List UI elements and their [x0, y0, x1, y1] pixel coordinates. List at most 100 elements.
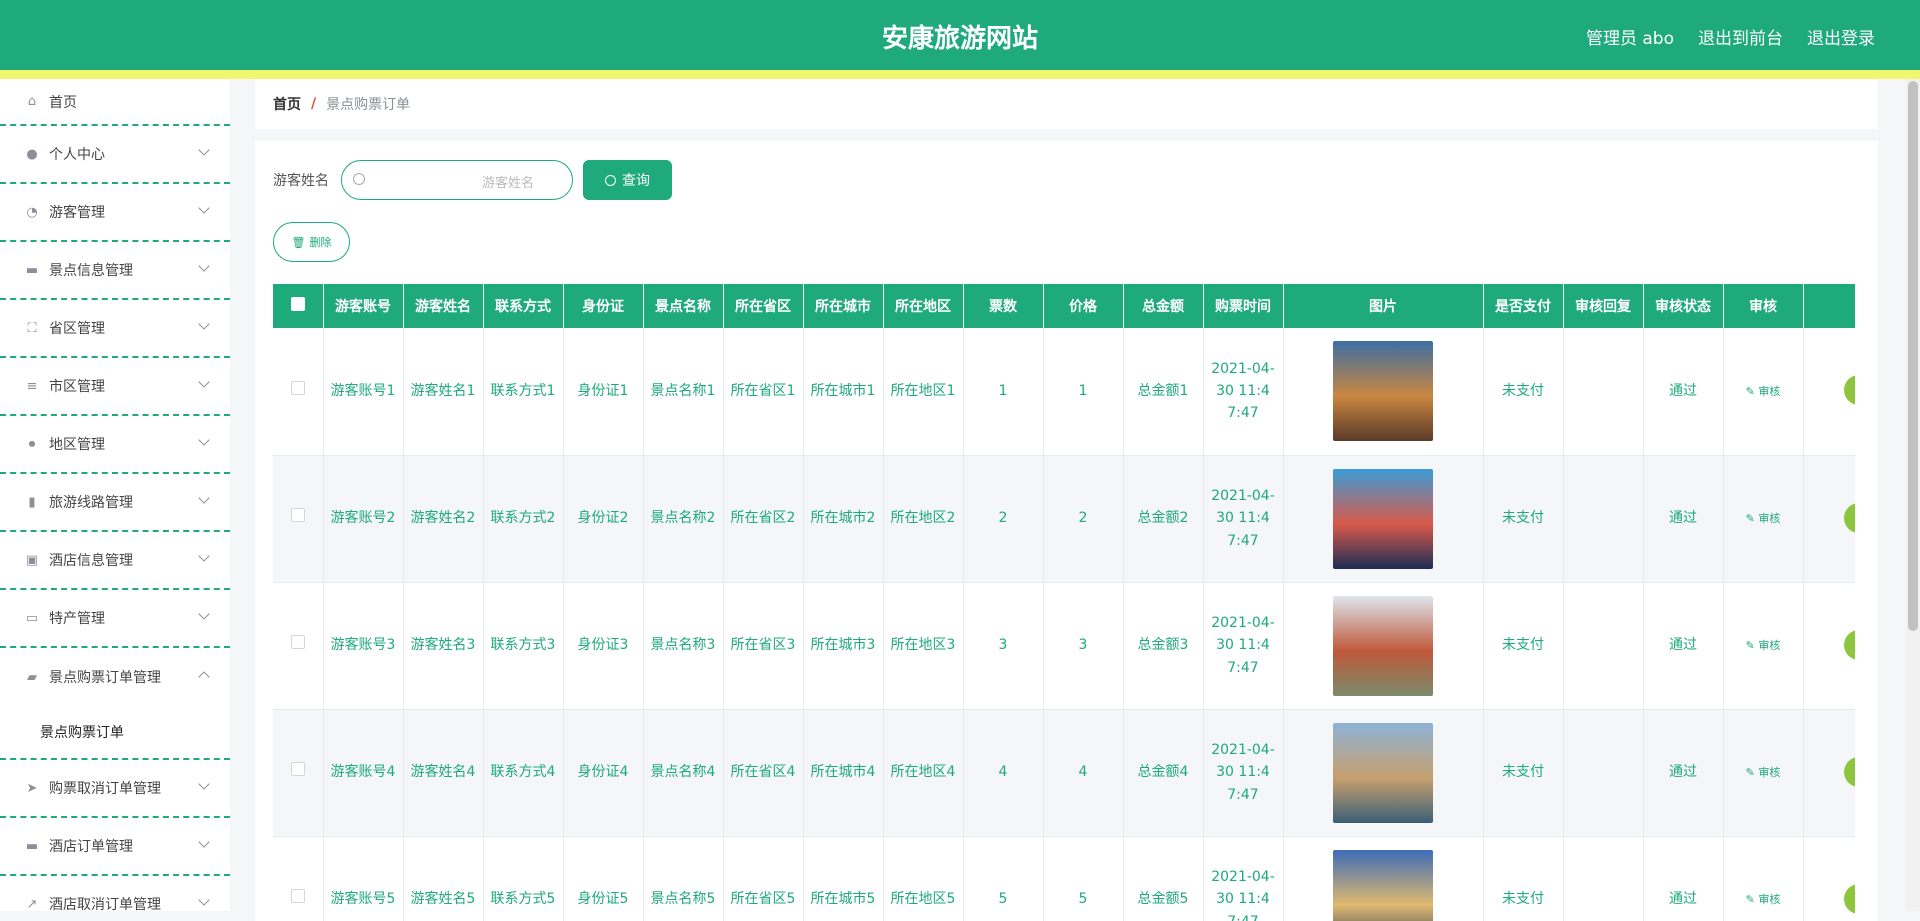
sidebar-item-spot-info[interactable]: ▬ 景点信息管理: [0, 242, 230, 300]
trend-icon: ↗: [24, 896, 40, 911]
row-checkbox[interactable]: [273, 709, 323, 836]
select-all-checkbox[interactable]: [273, 284, 323, 328]
review-button[interactable]: ✎ 审核: [1723, 328, 1803, 455]
chevron-down-icon: [198, 778, 209, 789]
cell-actions: [1803, 582, 1855, 709]
cell-paid: 未支付: [1483, 582, 1563, 709]
logout-link[interactable]: 退出登录: [1807, 24, 1875, 49]
cell-status: 通过: [1643, 709, 1723, 836]
search-row: 游客姓名 游客姓名 查询: [273, 160, 672, 200]
review-button[interactable]: ✎ 审核: [1723, 582, 1803, 709]
sidebar-item-label: 酒店订单管理: [49, 836, 133, 856]
cell-tickets: 5: [963, 836, 1043, 921]
sidebar-item-hotel-info[interactable]: ▣ 酒店信息管理: [0, 532, 230, 590]
sidebar-item-city[interactable]: ≡ 市区管理: [0, 358, 230, 416]
sidebar-item-hotel-cancel[interactable]: ↗ 酒店取消订单管理: [0, 876, 230, 911]
sidebar-item-area[interactable]: ⏺ 地区管理: [0, 416, 230, 474]
cell-spot: 景点名称5: [643, 836, 723, 921]
review-button[interactable]: ✎ 审核: [1723, 455, 1803, 582]
search-icon: [605, 175, 616, 186]
table-header-row: 游客账号 游客姓名 联系方式 身份证 景点名称 所在省区 所在城市 所在地区 票…: [273, 284, 1855, 328]
cell-tickets: 1: [963, 328, 1043, 455]
breadcrumb-home[interactable]: 首页: [273, 94, 301, 114]
column-header: 游客姓名: [403, 284, 483, 328]
sidebar-item-specialty[interactable]: ▭ 特产管理: [0, 590, 230, 648]
row-checkbox[interactable]: [273, 455, 323, 582]
scrollbar-thumb[interactable]: [1908, 81, 1918, 631]
sidebar-item-home[interactable]: ⌂ 首页: [0, 79, 230, 126]
sidebar-item-hotel-orders[interactable]: ▬ 酒店订单管理: [0, 818, 230, 876]
spot-thumbnail[interactable]: [1333, 469, 1433, 569]
chevron-down-icon: [198, 318, 209, 329]
sidebar-item-label: 景点购票订单管理: [49, 667, 161, 687]
sidebar-item-route[interactable]: ▮ 旅游线路管理: [0, 474, 230, 532]
delete-button[interactable]: 🗑 删除: [273, 222, 350, 262]
send-icon: ➤: [24, 780, 40, 796]
cell-image: [1283, 709, 1483, 836]
cell-account: 游客账号5: [323, 836, 403, 921]
review-button[interactable]: ✎ 审核: [1723, 709, 1803, 836]
search-placeholder: 游客姓名: [482, 172, 534, 191]
row-checkbox[interactable]: [273, 328, 323, 455]
column-header: 总金额: [1123, 284, 1203, 328]
cell-image: [1283, 328, 1483, 455]
action-button[interactable]: [1844, 503, 1856, 533]
sidebar-item-label: 个人中心: [49, 144, 105, 164]
exit-to-front-link[interactable]: 退出到前台: [1698, 24, 1783, 49]
edit-icon: ✎: [1746, 385, 1759, 398]
cell-total: 总金额2: [1123, 455, 1203, 582]
action-button[interactable]: [1844, 375, 1856, 405]
user-icon: ●: [24, 146, 40, 162]
cell-account: 游客账号4: [323, 709, 403, 836]
column-header: 所在省区: [723, 284, 803, 328]
spot-thumbnail[interactable]: [1333, 341, 1433, 441]
action-button[interactable]: [1844, 757, 1856, 787]
row-checkbox[interactable]: [273, 836, 323, 921]
review-label: 审核: [1758, 512, 1780, 525]
table-row: 游客账号4游客姓名4联系方式4身份证4景点名称4所在省区4所在城市4所在地区44…: [273, 709, 1855, 836]
cell-time: 2021-04-30 11:47:47: [1203, 836, 1283, 921]
sidebar-item-label: 购票取消订单管理: [49, 778, 161, 798]
cell-spot: 景点名称1: [643, 328, 723, 455]
sidebar-item-label: 市区管理: [49, 376, 105, 396]
cell-name: 游客姓名1: [403, 328, 483, 455]
action-button[interactable]: [1844, 630, 1856, 660]
spot-thumbnail[interactable]: [1333, 723, 1433, 823]
sidebar-item-ticket-cancel[interactable]: ➤ 购票取消订单管理: [0, 760, 230, 818]
column-header: 联系方式: [483, 284, 563, 328]
table-row: 游客账号5游客姓名5联系方式5身份证5景点名称5所在省区5所在城市5所在地区55…: [273, 836, 1855, 921]
search-input[interactable]: 游客姓名: [341, 160, 573, 200]
cell-city: 所在城市1: [803, 328, 883, 455]
sidebar-item-province[interactable]: ⛶ 省区管理: [0, 300, 230, 358]
briefcase-icon: ▬: [24, 838, 40, 854]
review-button[interactable]: ✎ 审核: [1723, 836, 1803, 921]
cell-city: 所在城市3: [803, 582, 883, 709]
delete-button-label: 删除: [309, 234, 331, 250]
cell-paid: 未支付: [1483, 709, 1563, 836]
submenu-item-ticket-orders[interactable]: 景点购票订单: [0, 706, 230, 760]
cell-time: 2021-04-30 11:47:47: [1203, 709, 1283, 836]
page-scrollbar[interactable]: [1906, 79, 1920, 911]
cell-paid: 未支付: [1483, 328, 1563, 455]
cell-idcard: 身份证5: [563, 836, 643, 921]
column-header: 票数: [963, 284, 1043, 328]
row-checkbox[interactable]: [273, 582, 323, 709]
cell-idcard: 身份证2: [563, 455, 643, 582]
sidebar-item-label: 地区管理: [49, 434, 105, 454]
query-button[interactable]: 查询: [583, 160, 672, 200]
cell-city: 所在城市4: [803, 709, 883, 836]
microphone-icon: ⏺: [24, 436, 40, 452]
cell-price: 1: [1043, 328, 1123, 455]
action-button[interactable]: [1844, 884, 1856, 914]
cell-tickets: 4: [963, 709, 1043, 836]
cell-total: 总金额3: [1123, 582, 1203, 709]
main-content: 游客姓名 游客姓名 查询 🗑 删除 游客账号 游客姓名 联系方式 身份证: [255, 141, 1878, 921]
spot-thumbnail[interactable]: [1333, 596, 1433, 696]
sidebar-item-tourist[interactable]: ◔ 游客管理: [0, 184, 230, 242]
sidebar-item-ticket-orders[interactable]: ▰ 景点购票订单管理: [0, 648, 230, 706]
sidebar-item-label: 特产管理: [49, 608, 105, 628]
sidebar-item-personal-center[interactable]: ● 个人中心: [0, 126, 230, 184]
accent-line: [0, 70, 1920, 79]
cell-contact: 联系方式5: [483, 836, 563, 921]
spot-thumbnail[interactable]: [1333, 850, 1433, 921]
